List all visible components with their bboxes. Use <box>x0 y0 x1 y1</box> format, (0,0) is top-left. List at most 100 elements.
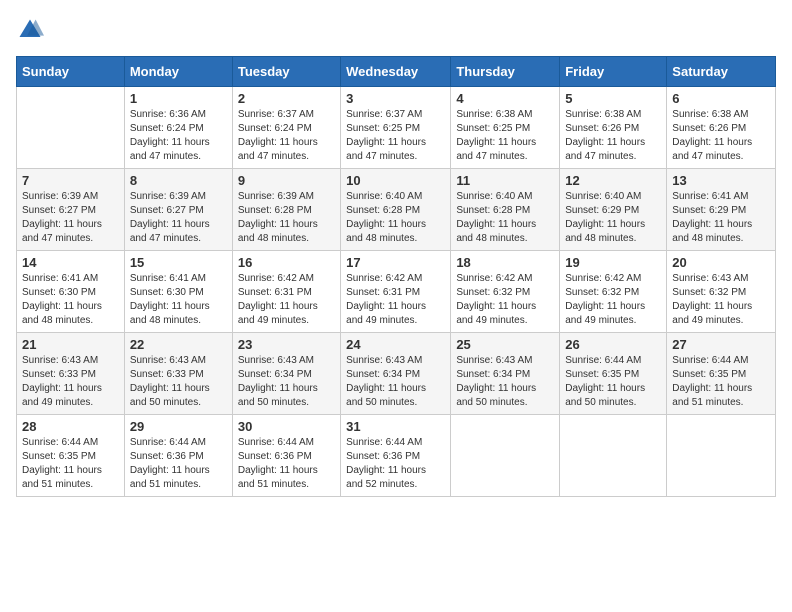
weekday-header-tuesday: Tuesday <box>232 57 340 87</box>
day-number: 31 <box>346 419 445 434</box>
day-number: 11 <box>456 173 554 188</box>
day-info: Sunrise: 6:37 AM Sunset: 6:25 PM Dayligh… <box>346 108 445 164</box>
calendar-cell: 8 Sunrise: 6:39 AM Sunset: 6:27 PM Daylig… <box>124 169 232 251</box>
day-number: 12 <box>565 173 661 188</box>
day-info: Sunrise: 6:37 AM Sunset: 6:24 PM Dayligh… <box>238 108 335 164</box>
day-info: Sunrise: 6:40 AM Sunset: 6:28 PM Dayligh… <box>456 190 554 246</box>
calendar-cell: 13Sunrise: 6:41 AM Sunset: 6:29 PM Dayli… <box>667 169 776 251</box>
day-info: Sunrise: 6:42 AM Sunset: 6:31 PM Dayligh… <box>346 272 445 328</box>
day-number: 2 <box>238 91 335 106</box>
day-info: Sunrise: 6:40 AM Sunset: 6:28 PM Dayligh… <box>346 190 445 246</box>
day-info: Sunrise: 6:44 AM Sunset: 6:36 PM Dayligh… <box>238 436 335 492</box>
calendar-cell <box>17 87 125 169</box>
calendar-cell: 24Sunrise: 6:43 AM Sunset: 6:34 PM Dayli… <box>341 333 451 415</box>
logo-icon <box>16 16 44 44</box>
calendar-cell: 17 Sunrise: 6:42 AM Sunset: 6:31 PM Dayli… <box>341 251 451 333</box>
day-info: Sunrise: 6:44 AM Sunset: 6:35 PM Dayligh… <box>22 436 119 492</box>
day-number: 13 <box>672 173 770 188</box>
day-number: 9 <box>238 173 335 188</box>
logo <box>16 16 48 44</box>
day-number: 28 <box>22 419 119 434</box>
calendar-cell: 21 Sunrise: 6:43 AM Sunset: 6:33 PM Dayli… <box>17 333 125 415</box>
weekday-header-monday: Monday <box>124 57 232 87</box>
calendar-cell: 12 Sunrise: 6:40 AM Sunset: 6:29 PM Dayli… <box>560 169 667 251</box>
day-info: Sunrise: 6:38 AM Sunset: 6:26 PM Dayligh… <box>672 108 770 164</box>
day-info: Sunrise: 6:44 AM Sunset: 6:35 PM Dayligh… <box>672 354 770 410</box>
day-number: 8 <box>130 173 227 188</box>
day-number: 16 <box>238 255 335 270</box>
page-header <box>16 16 776 44</box>
calendar-cell: 28 Sunrise: 6:44 AM Sunset: 6:35 PM Dayli… <box>17 415 125 497</box>
day-number: 5 <box>565 91 661 106</box>
day-info: Sunrise: 6:39 AM Sunset: 6:28 PM Dayligh… <box>238 190 335 246</box>
calendar-cell: 6 Sunrise: 6:38 AM Sunset: 6:26 PM Daylig… <box>667 87 776 169</box>
calendar-cell: 27 Sunrise: 6:44 AM Sunset: 6:35 PM Dayli… <box>667 333 776 415</box>
calendar-cell: 3 Sunrise: 6:37 AM Sunset: 6:25 PM Daylig… <box>341 87 451 169</box>
weekday-header-row: SundayMondayTuesdayWednesdayThursdayFrid… <box>17 57 776 87</box>
weekday-header-wednesday: Wednesday <box>341 57 451 87</box>
calendar-cell: 30 Sunrise: 6:44 AM Sunset: 6:36 PM Dayli… <box>232 415 340 497</box>
day-info: Sunrise: 6:43 AM Sunset: 6:33 PM Dayligh… <box>22 354 119 410</box>
day-info: Sunrise: 6:39 AM Sunset: 6:27 PM Dayligh… <box>130 190 227 246</box>
calendar-cell: 16 Sunrise: 6:42 AM Sunset: 6:31 PM Dayli… <box>232 251 340 333</box>
day-number: 7 <box>22 173 119 188</box>
calendar-cell: 23Sunrise: 6:43 AM Sunset: 6:34 PM Dayli… <box>232 333 340 415</box>
day-info: Sunrise: 6:39 AM Sunset: 6:27 PM Dayligh… <box>22 190 119 246</box>
calendar-table: SundayMondayTuesdayWednesdayThursdayFrid… <box>16 56 776 497</box>
calendar-week-row: 1Sunrise: 6:36 AM Sunset: 6:24 PM Daylig… <box>17 87 776 169</box>
day-info: Sunrise: 6:41 AM Sunset: 6:30 PM Dayligh… <box>130 272 227 328</box>
day-number: 25 <box>456 337 554 352</box>
day-number: 20 <box>672 255 770 270</box>
day-info: Sunrise: 6:43 AM Sunset: 6:34 PM Dayligh… <box>238 354 335 410</box>
calendar-cell <box>667 415 776 497</box>
calendar-cell: 7 Sunrise: 6:39 AM Sunset: 6:27 PM Daylig… <box>17 169 125 251</box>
day-info: Sunrise: 6:43 AM Sunset: 6:34 PM Dayligh… <box>346 354 445 410</box>
day-info: Sunrise: 6:42 AM Sunset: 6:32 PM Dayligh… <box>456 272 554 328</box>
day-number: 19 <box>565 255 661 270</box>
calendar-week-row: 7 Sunrise: 6:39 AM Sunset: 6:27 PM Daylig… <box>17 169 776 251</box>
calendar-cell: 31Sunrise: 6:44 AM Sunset: 6:36 PM Dayli… <box>341 415 451 497</box>
calendar-cell: 25 Sunrise: 6:43 AM Sunset: 6:34 PM Dayli… <box>451 333 560 415</box>
calendar-cell: 10 Sunrise: 6:40 AM Sunset: 6:28 PM Dayli… <box>341 169 451 251</box>
day-number: 22 <box>130 337 227 352</box>
calendar-cell: 15 Sunrise: 6:41 AM Sunset: 6:30 PM Dayli… <box>124 251 232 333</box>
day-number: 15 <box>130 255 227 270</box>
calendar-cell: 19Sunrise: 6:42 AM Sunset: 6:32 PM Dayli… <box>560 251 667 333</box>
calendar-cell: 4 Sunrise: 6:38 AM Sunset: 6:25 PM Daylig… <box>451 87 560 169</box>
day-info: Sunrise: 6:41 AM Sunset: 6:30 PM Dayligh… <box>22 272 119 328</box>
day-info: Sunrise: 6:42 AM Sunset: 6:31 PM Dayligh… <box>238 272 335 328</box>
calendar-week-row: 28 Sunrise: 6:44 AM Sunset: 6:35 PM Dayli… <box>17 415 776 497</box>
calendar-cell: 1Sunrise: 6:36 AM Sunset: 6:24 PM Daylig… <box>124 87 232 169</box>
weekday-header-sunday: Sunday <box>17 57 125 87</box>
day-number: 21 <box>22 337 119 352</box>
day-number: 14 <box>22 255 119 270</box>
day-number: 30 <box>238 419 335 434</box>
day-number: 17 <box>346 255 445 270</box>
day-number: 4 <box>456 91 554 106</box>
calendar-cell: 20 Sunrise: 6:43 AM Sunset: 6:32 PM Dayli… <box>667 251 776 333</box>
day-info: Sunrise: 6:38 AM Sunset: 6:25 PM Dayligh… <box>456 108 554 164</box>
day-info: Sunrise: 6:36 AM Sunset: 6:24 PM Dayligh… <box>130 108 227 164</box>
day-number: 26 <box>565 337 661 352</box>
day-info: Sunrise: 6:43 AM Sunset: 6:34 PM Dayligh… <box>456 354 554 410</box>
day-number: 6 <box>672 91 770 106</box>
calendar-cell <box>560 415 667 497</box>
day-info: Sunrise: 6:38 AM Sunset: 6:26 PM Dayligh… <box>565 108 661 164</box>
day-number: 27 <box>672 337 770 352</box>
day-info: Sunrise: 6:43 AM Sunset: 6:32 PM Dayligh… <box>672 272 770 328</box>
day-info: Sunrise: 6:43 AM Sunset: 6:33 PM Dayligh… <box>130 354 227 410</box>
day-number: 29 <box>130 419 227 434</box>
weekday-header-saturday: Saturday <box>667 57 776 87</box>
calendar-cell: 2 Sunrise: 6:37 AM Sunset: 6:24 PM Daylig… <box>232 87 340 169</box>
day-number: 10 <box>346 173 445 188</box>
calendar-cell: 5 Sunrise: 6:38 AM Sunset: 6:26 PM Daylig… <box>560 87 667 169</box>
day-info: Sunrise: 6:44 AM Sunset: 6:36 PM Dayligh… <box>130 436 227 492</box>
calendar-cell: 22 Sunrise: 6:43 AM Sunset: 6:33 PM Dayli… <box>124 333 232 415</box>
calendar-week-row: 14 Sunrise: 6:41 AM Sunset: 6:30 PM Dayli… <box>17 251 776 333</box>
day-info: Sunrise: 6:44 AM Sunset: 6:35 PM Dayligh… <box>565 354 661 410</box>
day-info: Sunrise: 6:40 AM Sunset: 6:29 PM Dayligh… <box>565 190 661 246</box>
calendar-cell: 29 Sunrise: 6:44 AM Sunset: 6:36 PM Dayli… <box>124 415 232 497</box>
calendar-cell: 14 Sunrise: 6:41 AM Sunset: 6:30 PM Dayli… <box>17 251 125 333</box>
day-number: 3 <box>346 91 445 106</box>
calendar-week-row: 21 Sunrise: 6:43 AM Sunset: 6:33 PM Dayli… <box>17 333 776 415</box>
